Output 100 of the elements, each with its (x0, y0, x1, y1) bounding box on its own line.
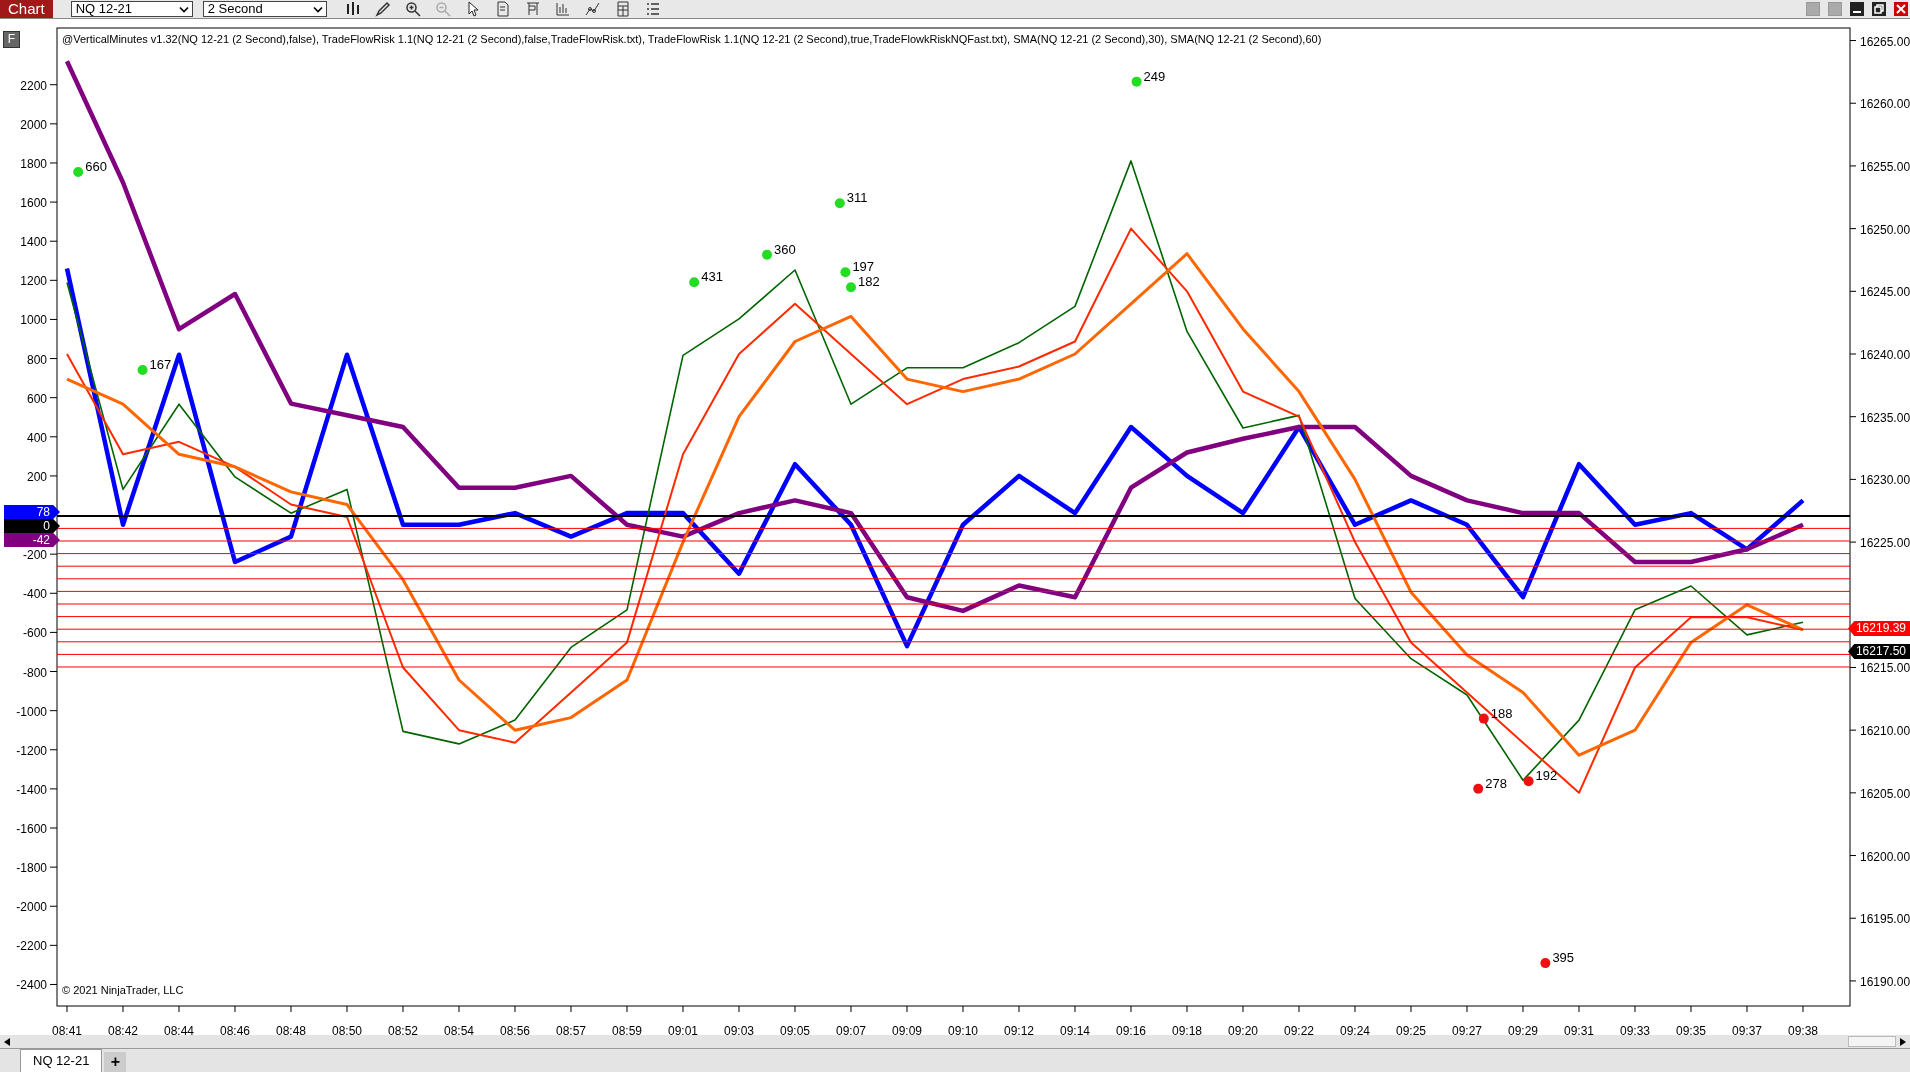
x-tick-label: 09:31 (1563, 1024, 1595, 1038)
bar-chart-icon[interactable] (554, 1, 571, 17)
price-axis-label: 16230.00 (1849, 473, 1910, 488)
y-tick-label: 16250.00 (1860, 222, 1910, 237)
pencil-icon[interactable] (374, 1, 391, 17)
copyright-text: © 2021 NinjaTrader, LLC (62, 984, 184, 996)
y-tick-label: 16255.00 (1860, 159, 1910, 174)
time-axis-label: 09:18 (1172, 1005, 1202, 1038)
time-axis-label: 09:16 (1116, 1005, 1146, 1038)
y-tick-label: -600 (22, 626, 48, 641)
left-axis-label: -2200 (16, 939, 58, 954)
x-tick-label: 08:52 (387, 1024, 419, 1038)
x-tick-label: 08:56 (499, 1024, 531, 1038)
close-icon[interactable] (1894, 2, 1908, 16)
document-icon[interactable] (494, 1, 511, 17)
y-tick-label: -1800 (16, 861, 48, 876)
y-tick-label: 1400 (20, 235, 48, 250)
price-axis-label: 16205.00 (1849, 786, 1910, 801)
x-tick-label: 09:05 (779, 1024, 811, 1038)
time-axis-label: 09:20 (1228, 1005, 1258, 1038)
time-axis-label: 09:29 (1508, 1005, 1538, 1038)
time-axis-label: 09:12 (1004, 1005, 1034, 1038)
x-tick-label: 08:50 (331, 1024, 363, 1038)
y-tick-label: 1000 (20, 313, 48, 328)
window-tile-button[interactable] (1828, 2, 1842, 16)
x-tick-label: 09:12 (1003, 1024, 1035, 1038)
y-tick-label: 16260.00 (1860, 97, 1910, 112)
time-axis-label: 08:50 (332, 1005, 362, 1038)
zoom-in-icon[interactable] (404, 1, 421, 17)
y-tick-label: -400 (22, 587, 48, 602)
price-axis-label: 16225.00 (1849, 536, 1910, 551)
price-axis-label: 16255.00 (1849, 159, 1910, 174)
indicator-label: @VerticalMinutes v1.32(NQ 12-21 (2 Second),false), TradeFlowRisk 1.1(NQ 12-21 (2 Second),false,TradeFlowRisk.txt), TradeFlowRisk 1.1(NQ 12-21 (2 Second),true,TradeFlowkRiskNQFast.txt), SMA(NQ 12-21 (2 Second),30), SMA(NQ 12-21 (2 Second),60) (62, 33, 1322, 45)
time-axis-label: 09:27 (1452, 1005, 1482, 1038)
y-tick-label: 16195.00 (1860, 912, 1910, 927)
left-axis-label: -200 (22, 548, 58, 563)
price-axis-label: 16235.00 (1849, 410, 1910, 425)
time-axis-label: 09:05 (780, 1005, 810, 1038)
left-axis-label: -1800 (16, 861, 58, 876)
y-tick-label: 800 (26, 352, 48, 367)
y-tick-label: 1200 (20, 274, 48, 289)
time-axis-label: 09:10 (948, 1005, 978, 1038)
price-axis-label: 16195.00 (1849, 912, 1910, 927)
left-axis-label: 1200 (20, 274, 58, 289)
x-tick-label: 09:01 (667, 1024, 699, 1038)
line-chart-icon[interactable] (584, 1, 601, 17)
price-axis-label: 16190.00 (1849, 974, 1910, 989)
price-axis-label: 16245.00 (1849, 285, 1910, 300)
window-title: Chart (0, 0, 53, 18)
y-tick-label: 2200 (20, 78, 48, 93)
panel-button[interactable]: F (3, 31, 20, 48)
instrument-dropdown[interactable]: NQ 12-21 (70, 1, 193, 17)
interval-dropdown[interactable]: 2 Second (202, 1, 327, 17)
x-tick-label: 09:07 (835, 1024, 867, 1038)
y-tick-label: 16235.00 (1860, 410, 1910, 425)
price-axis-label: 16260.00 (1849, 97, 1910, 112)
layout-icon[interactable] (524, 1, 541, 17)
spreadsheet-icon[interactable] (614, 1, 631, 17)
add-tab-button[interactable]: + (104, 1052, 127, 1072)
left-axis-label: -2400 (16, 978, 58, 993)
restore-icon[interactable] (1872, 2, 1886, 16)
y-tick-label: -800 (22, 665, 48, 680)
x-tick-label: 09:38 (1787, 1024, 1819, 1038)
y-tick-label: 16205.00 (1860, 786, 1910, 801)
x-tick-label: 08:48 (275, 1024, 307, 1038)
x-tick-label: 09:18 (1171, 1024, 1203, 1038)
x-tick-label: 08:44 (163, 1024, 195, 1038)
left-axis-label: 1600 (20, 196, 58, 211)
y-tick-label: -2000 (16, 900, 48, 915)
value-marker: 0 (4, 519, 60, 533)
time-axis-label: 08:44 (164, 1005, 194, 1038)
time-axis-label: 08:54 (444, 1005, 474, 1038)
window-tile-button[interactable] (1806, 2, 1820, 16)
bars-icon[interactable] (344, 1, 361, 17)
time-axis-label: 09:35 (1676, 1005, 1706, 1038)
x-tick-label: 09:20 (1227, 1024, 1259, 1038)
scroll-left-icon[interactable] (4, 1037, 10, 1046)
left-axis-label: -2000 (16, 900, 58, 915)
time-axis-label: 09:14 (1060, 1005, 1090, 1038)
x-tick-label: 08:41 (51, 1024, 83, 1038)
chart-tab[interactable]: NQ 12-21 (20, 1049, 103, 1072)
time-axis-label: 09:38 (1788, 1005, 1818, 1038)
minimize-icon[interactable] (1850, 2, 1864, 16)
x-tick-label: 09:35 (1675, 1024, 1707, 1038)
left-axis-label: -800 (22, 665, 58, 680)
left-axis-label: 600 (26, 391, 58, 406)
time-axis-label: 09:25 (1396, 1005, 1426, 1038)
list-icon[interactable] (644, 1, 661, 17)
time-axis-label: 09:33 (1620, 1005, 1650, 1038)
left-axis-label: 1400 (20, 235, 58, 250)
left-axis-label: -1600 (16, 822, 58, 836)
left-axis-label: 200 (26, 469, 58, 484)
y-tick-label: 200 (26, 469, 48, 484)
y-tick-label: -2200 (16, 939, 48, 954)
scrollbar-thumb[interactable] (1848, 1036, 1896, 1047)
x-tick-label: 09:37 (1731, 1024, 1763, 1038)
y-tick-label: 16245.00 (1860, 285, 1910, 300)
y-tick-label: 16240.00 (1860, 348, 1910, 362)
time-axis-label: 08:52 (388, 1005, 418, 1038)
scroll-right-icon[interactable] (1900, 1037, 1906, 1046)
